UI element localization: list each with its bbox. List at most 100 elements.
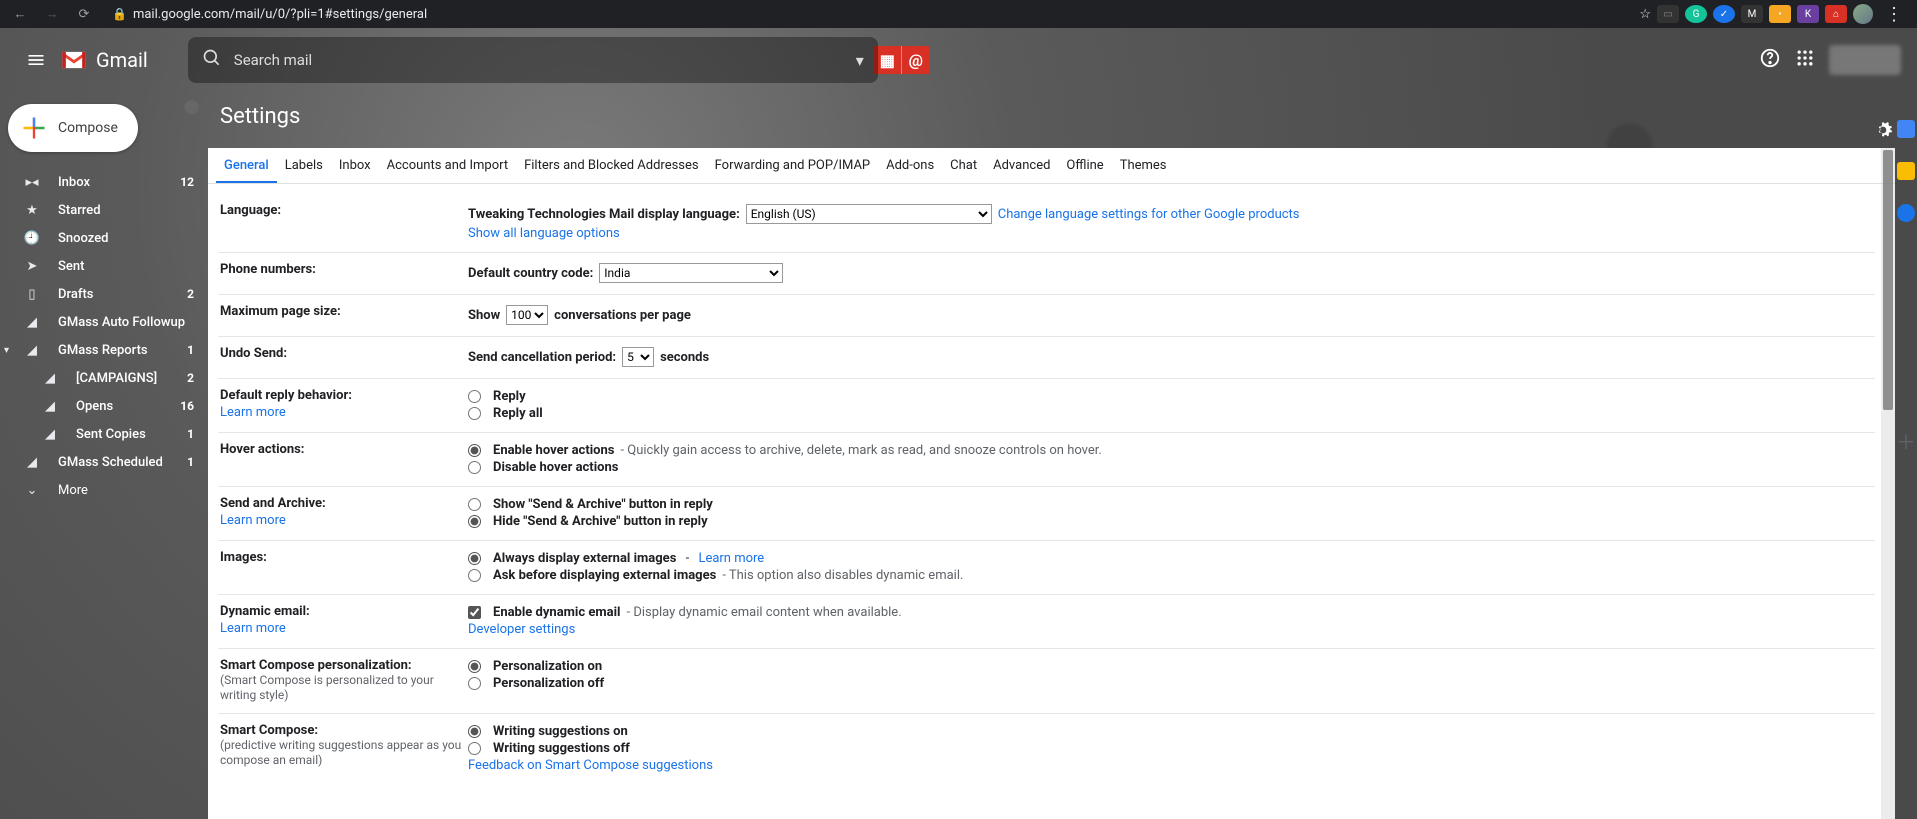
- tab-filters[interactable]: Filters and Blocked Addresses: [516, 148, 707, 183]
- search-icon: [202, 48, 222, 72]
- gmail-logo[interactable]: Gmail: [60, 48, 148, 72]
- search-options-caret-icon[interactable]: ▾: [856, 51, 864, 70]
- address-bar[interactable]: 🔒 mail.google.com/mail/u/0/?pli=1#settin…: [112, 7, 427, 22]
- row-language: Language: Tweaking Technologies Mail dis…: [218, 194, 1875, 253]
- sidebar-item-starred[interactable]: ★ Starred: [0, 196, 208, 224]
- label-smart-personalization: Smart Compose personalization:: [220, 658, 412, 673]
- show-all-languages-link[interactable]: Show all language options: [468, 226, 620, 241]
- radio-reply-all[interactable]: [468, 407, 481, 420]
- bookmark-star-icon[interactable]: ☆: [1639, 7, 1651, 22]
- radio-show-sendarchive[interactable]: [468, 498, 481, 511]
- country-code-select[interactable]: India: [599, 263, 783, 283]
- browser-back-button[interactable]: ←: [8, 2, 32, 26]
- support-icon[interactable]: [1759, 47, 1781, 73]
- sidebar-item-snoozed[interactable]: 🕘 Snoozed: [0, 224, 208, 252]
- radio-personalization-off[interactable]: [468, 677, 481, 690]
- label-pagesize: Maximum page size:: [218, 304, 468, 326]
- row-undo: Undo Send: Send cancellation period: 5 s…: [218, 337, 1875, 379]
- scrollbar-thumb[interactable]: [1883, 150, 1893, 410]
- tab-offline[interactable]: Offline: [1058, 148, 1111, 183]
- extension-icon-m[interactable]: M: [1741, 5, 1763, 23]
- gmass-grid-icon[interactable]: ▦: [874, 46, 902, 74]
- sidebar-item-gmass-auto[interactable]: ◢ GMass Auto Followup: [0, 308, 208, 336]
- tab-accounts[interactable]: Accounts and Import: [379, 148, 516, 183]
- search-input[interactable]: [234, 51, 848, 69]
- radio-writing-on[interactable]: [468, 725, 481, 738]
- clock-icon: 🕘: [22, 231, 42, 246]
- get-addons-button[interactable]: ＋: [1896, 426, 1916, 455]
- language-select[interactable]: English (US): [746, 204, 992, 224]
- gmass-toolbar[interactable]: ▦ @: [874, 46, 930, 74]
- label-sendarchive: Send and Archive:: [220, 496, 326, 511]
- browser-menu-button[interactable]: ⋮: [1879, 4, 1909, 25]
- label-hover: Hover actions:: [218, 442, 468, 476]
- tab-addons[interactable]: Add-ons: [878, 148, 942, 183]
- radio-personalization-on[interactable]: [468, 660, 481, 673]
- search-bar[interactable]: ▾: [188, 37, 878, 83]
- tab-inbox[interactable]: Inbox: [331, 148, 379, 183]
- extension-icon[interactable]: ▭: [1657, 5, 1679, 23]
- apps-grid-icon[interactable]: [1795, 48, 1815, 72]
- calendar-addon-icon[interactable]: [1897, 120, 1915, 138]
- sidebar-item-campaigns[interactable]: ◢ [CAMPAIGNS] 2: [0, 364, 208, 392]
- extension-icon-k[interactable]: K: [1797, 5, 1819, 23]
- tab-general[interactable]: General: [216, 148, 277, 183]
- sidebar-item-sent[interactable]: ➤ Sent: [0, 252, 208, 280]
- label-icon: ◢: [22, 315, 42, 330]
- tab-themes[interactable]: Themes: [1112, 148, 1175, 183]
- sidebar-item-gmass-scheduled[interactable]: ◢ GMass Scheduled 1: [0, 448, 208, 476]
- settings-gear-icon[interactable]: [1873, 120, 1893, 144]
- images-learn-more-link[interactable]: Learn more: [698, 551, 764, 566]
- sidebar-item-inbox[interactable]: ▸◂ Inbox 12: [0, 168, 208, 196]
- label-icon: ◢: [22, 455, 42, 470]
- browser-profile-avatar[interactable]: [1853, 4, 1873, 24]
- tab-advanced[interactable]: Advanced: [985, 148, 1058, 183]
- radio-hover-enable[interactable]: [468, 444, 481, 457]
- browser-forward-button[interactable]: →: [40, 2, 64, 26]
- radio-images-always[interactable]: [468, 552, 481, 565]
- developer-settings-link[interactable]: Developer settings: [468, 622, 575, 637]
- tab-labels[interactable]: Labels: [277, 148, 331, 183]
- draft-icon: ▯: [22, 287, 42, 302]
- row-phone: Phone numbers: Default country code: Ind…: [218, 253, 1875, 295]
- checkbox-dynamic-email[interactable]: [468, 606, 481, 619]
- tab-forwarding[interactable]: Forwarding and POP/IMAP: [707, 148, 879, 183]
- pagesize-prefix: Show: [468, 308, 500, 323]
- change-language-link[interactable]: Change language settings for other Googl…: [998, 207, 1300, 222]
- sendarchive-learn-more-link[interactable]: Learn more: [220, 513, 468, 528]
- label-dynamic: Dynamic email:: [220, 604, 310, 619]
- sidebar-item-drafts[interactable]: ▯ Drafts 2: [0, 280, 208, 308]
- scrollbar[interactable]: [1881, 148, 1895, 819]
- addon-rail: ＋: [1895, 92, 1917, 819]
- settings-body[interactable]: Language: Tweaking Technologies Mail dis…: [208, 184, 1895, 819]
- sidebar-item-gmass-reports[interactable]: ▾ ◢ GMass Reports 1: [0, 336, 208, 364]
- sidebar-item-sent-copies[interactable]: ◢ Sent Copies 1: [0, 420, 208, 448]
- radio-images-ask[interactable]: [468, 569, 481, 582]
- extension-icon-red[interactable]: ⌂: [1825, 5, 1847, 23]
- gmass-at-icon[interactable]: @: [902, 46, 930, 74]
- sidebar-item-opens[interactable]: ◢ Opens 16: [0, 392, 208, 420]
- smart-compose-feedback-link[interactable]: Feedback on Smart Compose suggestions: [468, 758, 713, 773]
- row-pagesize: Maximum page size: Show 100 conversation…: [218, 295, 1875, 337]
- undo-select[interactable]: 5: [622, 347, 654, 367]
- radio-writing-off[interactable]: [468, 742, 481, 755]
- radio-reply[interactable]: [468, 390, 481, 403]
- extension-icon-grammarly[interactable]: G: [1685, 5, 1707, 23]
- radio-hover-disable[interactable]: [468, 461, 481, 474]
- tab-chat[interactable]: Chat: [942, 148, 985, 183]
- label-icon: ◢: [40, 399, 60, 414]
- keep-addon-icon[interactable]: [1897, 162, 1915, 180]
- account-chip[interactable]: [1829, 45, 1901, 75]
- main-menu-button[interactable]: [16, 40, 56, 80]
- compose-button[interactable]: Compose: [8, 104, 138, 152]
- tasks-addon-icon[interactable]: [1897, 204, 1915, 222]
- sidebar-item-more[interactable]: ⌄ More: [0, 476, 208, 504]
- chevron-down-icon[interactable]: ▾: [4, 345, 9, 356]
- extension-icon-orange[interactable]: •: [1769, 5, 1791, 23]
- reply-learn-more-link[interactable]: Learn more: [220, 405, 468, 420]
- extension-icon-check[interactable]: ✓: [1713, 5, 1735, 23]
- radio-hide-sendarchive[interactable]: [468, 515, 481, 528]
- dynamic-learn-more-link[interactable]: Learn more: [220, 621, 468, 636]
- browser-reload-button[interactable]: ⟳: [72, 2, 96, 26]
- pagesize-select[interactable]: 100: [506, 305, 548, 325]
